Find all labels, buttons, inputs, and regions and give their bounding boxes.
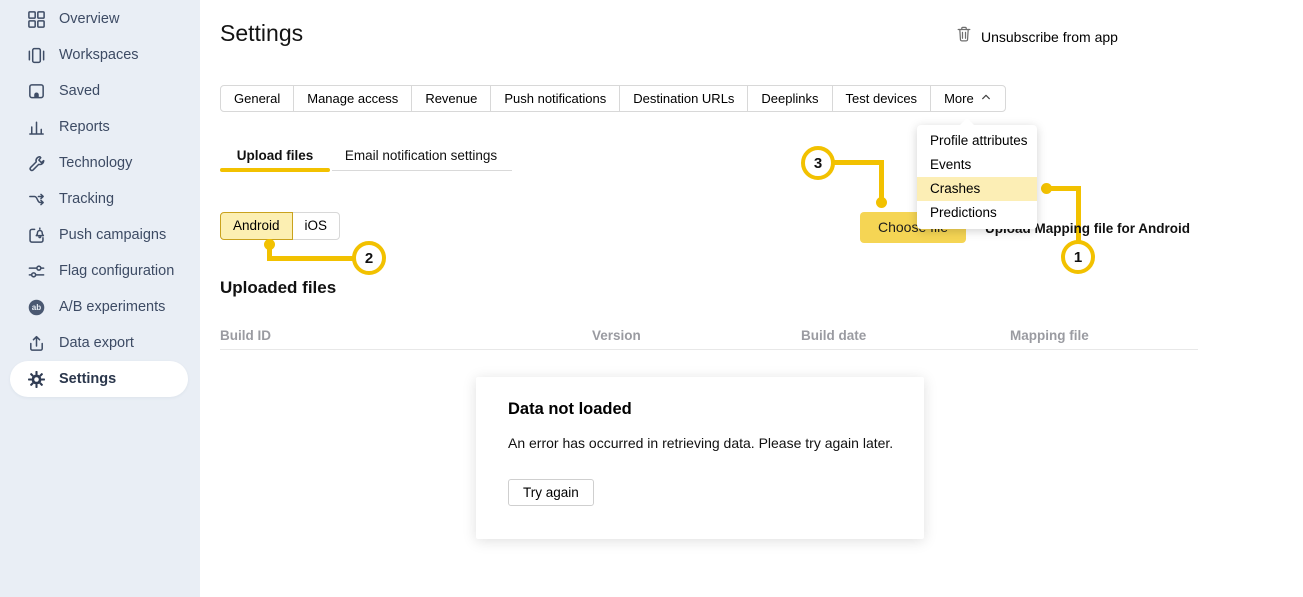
tab-label: Manage access bbox=[307, 86, 398, 111]
sidebar-item-saved[interactable]: Saved bbox=[10, 73, 188, 109]
subtab-divider bbox=[332, 170, 512, 171]
column-header-version: Version bbox=[592, 328, 641, 343]
platform-toggle: Android iOS bbox=[220, 212, 340, 240]
sidebar-item-tracking[interactable]: Tracking bbox=[10, 181, 188, 217]
sidebar: Overview Workspaces Saved Reports Techno bbox=[0, 0, 200, 597]
sidebar-item-overview[interactable]: Overview bbox=[10, 1, 188, 37]
route-icon bbox=[27, 190, 46, 209]
page-title: Settings bbox=[220, 20, 303, 47]
app-window: Overview Workspaces Saved Reports Techno bbox=[0, 0, 1303, 597]
tab-push-notifications[interactable]: Push notifications bbox=[490, 85, 620, 112]
settings-tabbar: General Manage access Revenue Push notif… bbox=[220, 85, 1006, 112]
sidebar-item-data-export[interactable]: Data export bbox=[10, 325, 188, 361]
annotation-circle-3: 3 bbox=[801, 146, 835, 180]
export-icon bbox=[27, 334, 46, 353]
tab-label: Deeplinks bbox=[761, 86, 818, 111]
table-header-divider bbox=[220, 349, 1198, 350]
sidebar-item-push-campaigns[interactable]: Push campaigns bbox=[10, 217, 188, 253]
menu-item-crashes[interactable]: Crashes bbox=[917, 177, 1037, 201]
sidebar-item-flag-configuration[interactable]: Flag configuration bbox=[10, 253, 188, 289]
workspaces-icon bbox=[27, 46, 46, 65]
sidebar-item-label: Flag configuration bbox=[59, 263, 174, 279]
tab-label: Push notifications bbox=[504, 86, 606, 111]
annotation-line-2-h bbox=[267, 256, 355, 261]
tab-label: Revenue bbox=[425, 86, 477, 111]
active-subtab-underline bbox=[220, 168, 330, 172]
error-card: Data not loaded An error has occurred in… bbox=[476, 377, 924, 539]
uploaded-files-heading: Uploaded files bbox=[220, 278, 336, 298]
chevron-up-icon bbox=[980, 86, 992, 111]
sidebar-item-reports[interactable]: Reports bbox=[10, 109, 188, 145]
column-header-mapping-file: Mapping file bbox=[1010, 328, 1089, 343]
sidebar-item-label: Workspaces bbox=[59, 47, 139, 63]
tab-test-devices[interactable]: Test devices bbox=[832, 85, 932, 112]
tab-revenue[interactable]: Revenue bbox=[411, 85, 491, 112]
menu-item-events[interactable]: Events bbox=[917, 153, 1037, 177]
sidebar-item-settings[interactable]: Settings bbox=[10, 361, 188, 397]
tab-destination-urls[interactable]: Destination URLs bbox=[619, 85, 748, 112]
annotation-circle-1: 1 bbox=[1061, 240, 1095, 274]
grid-icon bbox=[27, 10, 46, 29]
sidebar-item-technology[interactable]: Technology bbox=[10, 145, 188, 181]
error-message: An error has occurred in retrieving data… bbox=[508, 435, 893, 451]
column-header-build-date: Build date bbox=[801, 328, 866, 343]
sidebar-item-ab-experiments[interactable]: ab A/B experiments bbox=[10, 289, 188, 325]
tab-label: General bbox=[234, 86, 280, 111]
tab-deeplinks[interactable]: Deeplinks bbox=[747, 85, 832, 112]
bar-chart-icon bbox=[27, 118, 46, 137]
wrench-icon bbox=[27, 154, 46, 173]
bell-icon bbox=[27, 226, 46, 245]
menu-item-profile-attributes[interactable]: Profile attributes bbox=[917, 129, 1037, 153]
svg-text:ab: ab bbox=[32, 303, 41, 312]
sidebar-item-label: Push campaigns bbox=[59, 227, 166, 243]
column-header-build-id: Build ID bbox=[220, 328, 271, 343]
annotation-line-3-h bbox=[833, 160, 884, 165]
sidebar-item-label: Technology bbox=[59, 155, 132, 171]
gear-icon bbox=[27, 370, 46, 389]
ab-icon: ab bbox=[27, 298, 46, 317]
tab-label: Test devices bbox=[846, 86, 918, 111]
unsubscribe-button[interactable]: Unsubscribe from app bbox=[956, 25, 1118, 48]
trash-icon bbox=[956, 25, 972, 48]
tab-general[interactable]: General bbox=[220, 85, 294, 112]
error-title: Data not loaded bbox=[508, 400, 632, 419]
annotation-dot-3 bbox=[876, 197, 887, 208]
sidebar-item-label: Data export bbox=[59, 335, 134, 351]
subtab-email-notification-settings[interactable]: Email notification settings bbox=[330, 148, 512, 163]
sidebar-item-label: Reports bbox=[59, 119, 110, 135]
tab-manage-access[interactable]: Manage access bbox=[293, 85, 412, 112]
tab-label: More bbox=[944, 86, 974, 111]
menu-item-predictions[interactable]: Predictions bbox=[917, 201, 1037, 225]
platform-option-android[interactable]: Android bbox=[220, 212, 293, 240]
sidebar-item-label: A/B experiments bbox=[59, 299, 165, 315]
unsubscribe-label: Unsubscribe from app bbox=[981, 29, 1118, 45]
try-again-button[interactable]: Try again bbox=[508, 479, 594, 506]
sidebar-item-label: Saved bbox=[59, 83, 100, 99]
sidebar-item-label: Settings bbox=[59, 371, 116, 387]
sidebar-item-label: Overview bbox=[59, 11, 119, 27]
platform-option-ios[interactable]: iOS bbox=[292, 212, 341, 240]
sidebar-item-label: Tracking bbox=[59, 191, 114, 207]
annotation-line-3-v bbox=[879, 160, 884, 200]
tab-more[interactable]: More bbox=[930, 85, 1006, 112]
tab-label: Destination URLs bbox=[633, 86, 734, 111]
more-dropdown-menu: Profile attributes Events Crashes Predic… bbox=[917, 125, 1037, 229]
saved-icon bbox=[27, 82, 46, 101]
annotation-circle-2: 2 bbox=[352, 241, 386, 275]
sidebar-item-workspaces[interactable]: Workspaces bbox=[10, 37, 188, 73]
subtab-upload-files[interactable]: Upload files bbox=[220, 148, 330, 163]
sliders-icon bbox=[27, 262, 46, 281]
